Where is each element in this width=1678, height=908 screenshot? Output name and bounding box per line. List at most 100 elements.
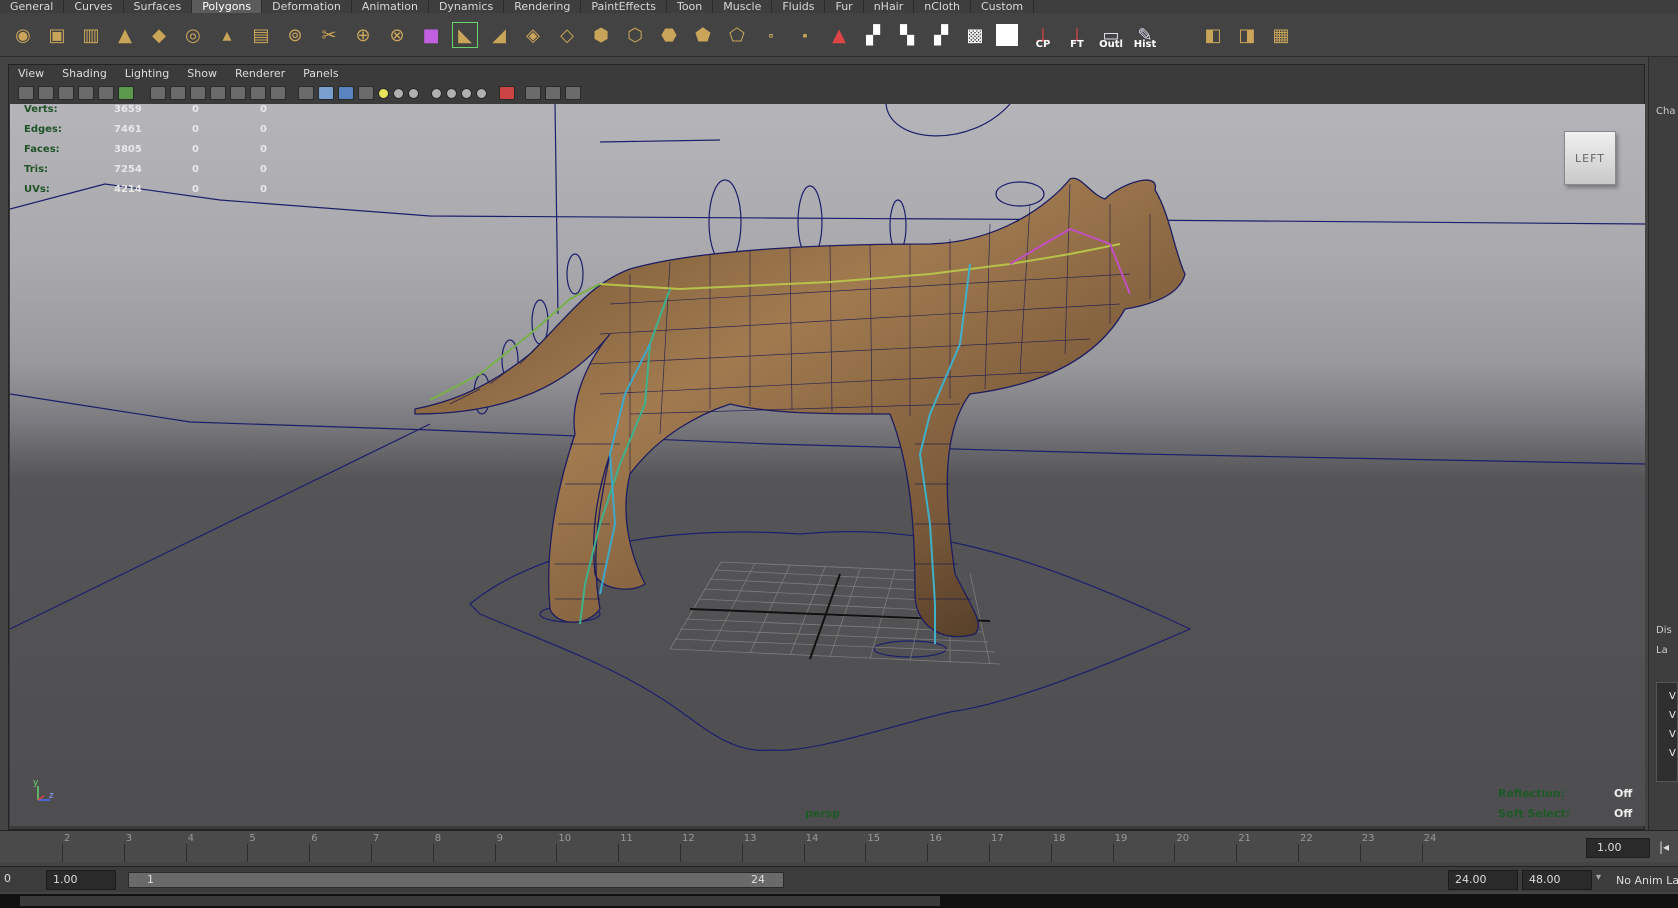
bridge-icon[interactable]: ⬣ xyxy=(656,22,682,48)
wedge-icon[interactable]: ⬞ xyxy=(758,22,784,48)
image-plane-icon[interactable] xyxy=(78,86,94,100)
xray-icon[interactable] xyxy=(525,86,541,100)
uv-cylindrical-icon[interactable]: ▚ xyxy=(894,22,920,48)
separate-icon[interactable]: ⊕ xyxy=(350,22,376,48)
anim-layer-label[interactable]: No Anim Laye xyxy=(1616,874,1678,887)
uv-spherical-icon[interactable]: ▞ xyxy=(928,22,954,48)
offset-edge-loop-icon[interactable]: ⬢ xyxy=(588,22,614,48)
poly-cylinder-icon[interactable]: ▥ xyxy=(78,22,104,48)
camera-attributes-icon[interactable] xyxy=(38,86,54,100)
safe-action-icon[interactable] xyxy=(250,86,266,100)
mirror-icon[interactable]: ◨ xyxy=(1234,22,1260,48)
end-time-field[interactable]: 24.00 xyxy=(1448,870,1518,890)
layer-v-4[interactable]: V xyxy=(1669,748,1677,759)
create-polygon-icon[interactable]: ◣ xyxy=(452,22,478,48)
menu-shading[interactable]: Shading xyxy=(62,66,107,82)
uv-planar-icon[interactable]: ▞ xyxy=(860,22,886,48)
bookmark-icon[interactable] xyxy=(58,86,74,100)
poly-cone-icon[interactable]: ▲ xyxy=(112,22,138,48)
anti-aliasing-icon[interactable] xyxy=(461,87,472,99)
command-line[interactable] xyxy=(0,894,1678,908)
uv-editor-icon[interactable] xyxy=(996,24,1018,46)
tab-custom[interactable]: Custom xyxy=(971,0,1035,13)
select-camera-icon[interactable] xyxy=(18,86,34,100)
range-slider[interactable]: 1 24 xyxy=(128,872,784,888)
chevron-down-icon[interactable]: ▾ xyxy=(1596,872,1601,883)
layer-v-3[interactable]: V xyxy=(1669,729,1677,740)
menu-view[interactable]: View xyxy=(18,66,44,82)
bevel-icon[interactable]: ⬟ xyxy=(690,22,716,48)
poly-helix-icon[interactable]: ⊚ xyxy=(282,22,308,48)
current-time-field[interactable]: 1.00 xyxy=(1586,838,1650,858)
uv-automatic-icon[interactable]: ▩ xyxy=(962,22,988,48)
tab-rendering[interactable]: Rendering xyxy=(504,0,582,13)
display-tab[interactable]: Dis xyxy=(1656,625,1672,636)
tab-ncloth[interactable]: nCloth xyxy=(914,0,971,13)
tab-dynamics[interactable]: Dynamics xyxy=(429,0,505,13)
field-chart-icon[interactable] xyxy=(230,86,246,100)
motion-blur-icon[interactable] xyxy=(446,87,457,99)
tab-painteffects[interactable]: PaintEffects xyxy=(581,0,667,13)
tab-toon[interactable]: Toon xyxy=(667,0,714,13)
layer-v-2[interactable]: V xyxy=(1669,710,1677,721)
poly-torus-icon[interactable]: ◎ xyxy=(180,22,206,48)
smooth-icon[interactable]: ■ xyxy=(418,22,444,48)
go-to-start-icon[interactable]: |◂ xyxy=(1659,840,1669,854)
playback-end-field[interactable]: 48.00 xyxy=(1522,870,1592,890)
poly-pipe-icon[interactable]: ▤ xyxy=(248,22,274,48)
menu-show[interactable]: Show xyxy=(187,66,217,82)
layer-v-1[interactable]: V xyxy=(1669,691,1677,702)
wireframe-icon[interactable] xyxy=(298,86,314,100)
film-gate-icon[interactable] xyxy=(170,86,186,100)
perspective-viewport[interactable] xyxy=(10,104,1645,826)
2d-pan-icon[interactable] xyxy=(98,86,114,100)
tab-animation[interactable]: Animation xyxy=(352,0,429,13)
layers-tab[interactable]: La xyxy=(1656,645,1668,656)
tab-surfaces[interactable]: Surfaces xyxy=(124,0,193,13)
menu-lighting[interactable]: Lighting xyxy=(125,66,169,82)
depth-of-field-icon[interactable] xyxy=(476,87,487,99)
poly-cube-icon[interactable]: ▣ xyxy=(44,22,70,48)
poly-plane-icon[interactable]: ◆ xyxy=(146,22,172,48)
merge-icon[interactable]: ⬠ xyxy=(724,22,750,48)
poly-pyramid-icon[interactable]: ▴ xyxy=(214,22,240,48)
wireframe-on-shaded-icon[interactable] xyxy=(338,86,354,100)
menu-panels[interactable]: Panels xyxy=(303,66,338,82)
center-pivot-icon[interactable]: ⊥ CP xyxy=(1030,22,1056,51)
viewcube[interactable]: LEFT xyxy=(1564,131,1616,185)
tab-deformation[interactable]: Deformation xyxy=(262,0,352,13)
shadows-icon[interactable] xyxy=(408,87,419,99)
insert-edge-loop-icon[interactable]: ◇ xyxy=(554,22,580,48)
xray-joints-icon[interactable] xyxy=(565,86,581,100)
default-light-icon[interactable] xyxy=(378,87,389,99)
channel-box-tab[interactable]: Cha xyxy=(1656,106,1675,117)
split-polygon-icon[interactable]: ◈ xyxy=(520,22,546,48)
append-polygon-icon[interactable]: ◢ xyxy=(486,22,512,48)
safe-title-icon[interactable] xyxy=(270,86,286,100)
extract-icon[interactable]: ⊗ xyxy=(384,22,410,48)
gate-mask-icon[interactable] xyxy=(210,86,226,100)
combine-icon[interactable]: ✂ xyxy=(316,22,342,48)
menu-renderer[interactable]: Renderer xyxy=(235,66,285,82)
extrude-icon[interactable]: ⬡ xyxy=(622,22,648,48)
tab-muscle[interactable]: Muscle xyxy=(713,0,773,13)
history-icon[interactable]: ✎ Hist xyxy=(1132,22,1158,51)
sculpt-icon[interactable]: ▲ xyxy=(826,22,852,48)
poke-icon[interactable]: ⬝ xyxy=(792,22,818,48)
tab-fluids[interactable]: Fluids xyxy=(772,0,826,13)
outliner-icon[interactable]: ▭ Outl xyxy=(1098,22,1124,51)
poly-sphere-icon[interactable]: ◉ xyxy=(10,22,36,48)
grease-pencil-icon[interactable] xyxy=(118,86,134,100)
isolate-select-icon[interactable] xyxy=(499,86,515,100)
freeze-transform-icon[interactable]: ⊥ FT xyxy=(1064,22,1090,51)
tab-fur[interactable]: Fur xyxy=(825,0,864,13)
cleanup-icon[interactable]: ▦ xyxy=(1268,22,1294,48)
smooth-shade-icon[interactable] xyxy=(318,86,334,100)
transfer-icon[interactable]: ◧ xyxy=(1200,22,1226,48)
textured-icon[interactable] xyxy=(358,86,374,100)
tab-curves[interactable]: Curves xyxy=(64,0,124,13)
screen-space-ao-icon[interactable] xyxy=(431,87,442,99)
start-time-field[interactable]: 1.00 xyxy=(46,870,116,890)
all-lights-icon[interactable] xyxy=(393,87,404,99)
tab-nhair[interactable]: nHair xyxy=(864,0,915,13)
